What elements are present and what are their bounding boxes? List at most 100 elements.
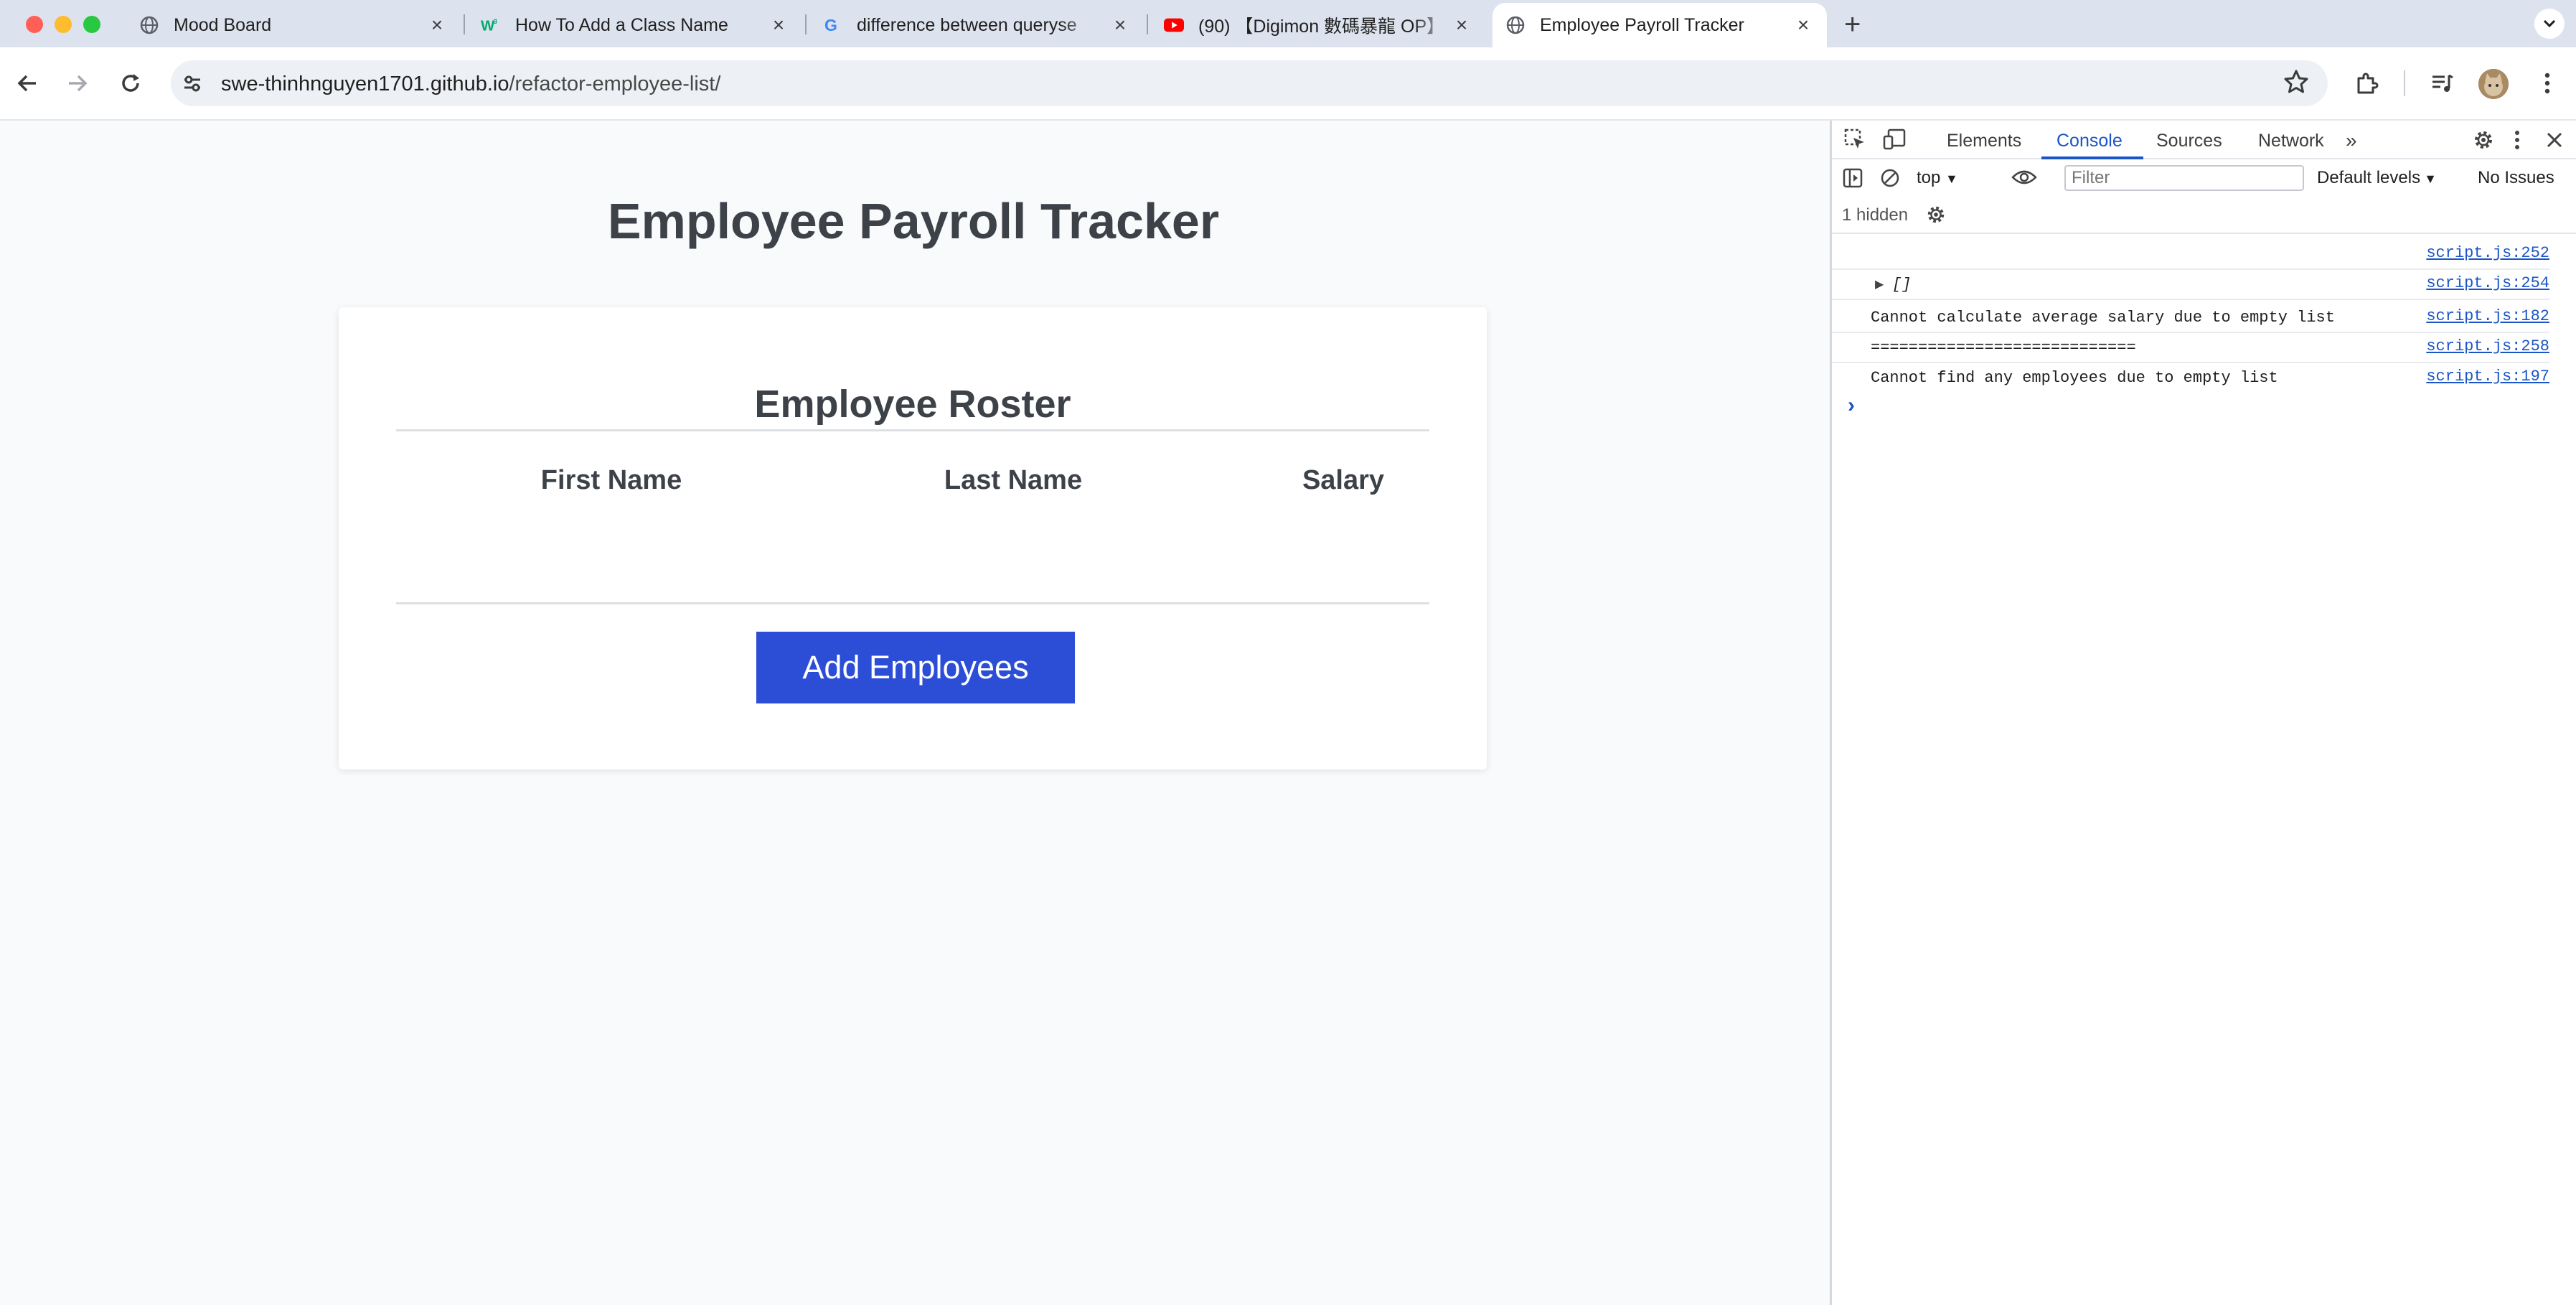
close-tab-icon[interactable]: × (426, 14, 448, 36)
forward-button[interactable] (63, 69, 92, 98)
expand-triangle-icon[interactable]: ▶ (1875, 277, 1884, 291)
console-filter-input[interactable] (2064, 165, 2304, 191)
tab-w3schools[interactable]: W3 How To Add a Class Name × (468, 3, 802, 47)
new-tab-icon[interactable]: + (1844, 10, 1861, 39)
add-employees-button[interactable]: Add Employees (756, 632, 1075, 703)
log-levels-dropdown[interactable]: Default levels ▼ (2317, 168, 2437, 188)
back-button[interactable] (13, 69, 42, 98)
browser-menu-button[interactable] (2533, 69, 2562, 98)
chevron-down-icon (2543, 19, 2556, 28)
svg-text:3: 3 (494, 18, 497, 25)
devtools-tab-elements[interactable]: Elements (1947, 126, 2021, 155)
tab-employee-payroll-tracker[interactable]: Employee Payroll Tracker × (1493, 3, 1827, 47)
console-message-text: ============================ (1871, 339, 2136, 357)
devtools-tabbar: Elements Console Sources Network » (1832, 121, 2576, 159)
globe-icon (1505, 15, 1526, 35)
w3schools-icon: W3 (481, 15, 501, 35)
tab-title: How To Add a Class Name (515, 14, 728, 35)
tab-separator (464, 14, 465, 34)
console-source-link[interactable]: script.js:182 (2426, 307, 2549, 325)
hidden-messages-count: 1 hidden (1842, 205, 1909, 225)
inspect-element-icon[interactable] (1843, 128, 1866, 151)
tab-title: difference between queryse (857, 14, 1077, 35)
close-tab-icon[interactable]: × (1451, 14, 1472, 36)
table-top-border (396, 429, 1429, 431)
console-message: Cannot find any employees due to empty l… (1832, 363, 2549, 393)
devtools-tab-console[interactable]: Console (2056, 126, 2123, 155)
console-message: ============================ script.js:2… (1832, 333, 2549, 363)
tab-search-button[interactable] (2534, 9, 2565, 39)
tab-youtube[interactable]: (90) 【Digimon 數碼暴龍 OP】 × (1151, 3, 1485, 47)
address-bar[interactable]: swe-thinhnguyen1701.github.io/refactor-e… (171, 60, 2328, 106)
tab-title: Employee Payroll Tracker (1540, 14, 1744, 35)
column-header-last-name: Last Name (944, 465, 1083, 495)
maximize-window-button[interactable] (83, 16, 100, 33)
console-message-text: Cannot find any employees due to empty l… (1871, 369, 2278, 387)
issues-counter[interactable]: No Issues (2478, 168, 2554, 188)
close-window-button[interactable] (26, 16, 43, 33)
svg-text:G: G (824, 16, 837, 34)
globe-icon (139, 15, 159, 35)
toolbar-divider (2404, 70, 2405, 96)
employee-table-body (396, 508, 1429, 594)
console-message: Cannot calculate average salary due to e… (1832, 303, 2549, 333)
kebab-menu-icon (2544, 72, 2550, 94)
dropdown-triangle-icon: ▼ (2420, 172, 2437, 186)
tab-title: (90) 【Digimon 數碼暴龍 OP】 (1198, 17, 1445, 37)
url-path: /refactor-employee-list/ (509, 72, 721, 95)
console-source-link[interactable]: script.js:197 (2426, 368, 2549, 385)
extensions-button[interactable] (2352, 69, 2381, 98)
console-source-link[interactable]: script.js:252 (2426, 244, 2549, 262)
cat-avatar-icon (2478, 69, 2509, 99)
puzzle-icon (2357, 72, 2379, 94)
google-icon: G (822, 15, 842, 35)
devtools-settings-icon[interactable] (2472, 128, 2495, 151)
close-tab-icon[interactable]: × (768, 14, 789, 36)
tab-separator (1147, 14, 1148, 34)
console-hidden-bar: 1 hidden (1832, 195, 2576, 234)
reload-icon (122, 74, 139, 92)
sidebar-toggle-icon[interactable] (1842, 167, 1863, 189)
media-control-button[interactable] (2428, 69, 2457, 98)
console-message-text[interactable]: [] (1892, 276, 1911, 294)
site-settings-icon[interactable] (178, 69, 207, 98)
more-tabs-icon[interactable]: » (2346, 126, 2357, 155)
roster-title: Employee Roster (754, 383, 1071, 426)
devtools-tab-network[interactable]: Network (2258, 126, 2324, 155)
tab-google-search[interactable]: G difference between queryse × (809, 3, 1144, 47)
reload-button[interactable] (116, 69, 145, 98)
browser-toolbar: swe-thinhnguyen1701.github.io/refactor-e… (0, 47, 2576, 121)
context-label: top (1917, 168, 1941, 187)
tab-mood-board[interactable]: Mood Board × (126, 3, 461, 47)
close-tab-icon[interactable]: × (1792, 14, 1814, 36)
console-settings-icon[interactable] (1925, 204, 1947, 225)
youtube-icon (1164, 15, 1184, 35)
tab-separator (805, 14, 807, 34)
bookmark-star-icon[interactable] (2283, 69, 2309, 95)
console-prompt[interactable]: › (1848, 393, 2565, 425)
playlist-music-icon (2432, 74, 2453, 92)
minimize-window-button[interactable] (55, 16, 72, 33)
close-devtools-icon[interactable] (2545, 131, 2564, 149)
close-tab-icon[interactable]: × (1109, 14, 1131, 36)
live-expression-eye-icon[interactable] (2011, 168, 2037, 187)
devtools-panel: Elements Console Sources Network » top ▼… (1830, 121, 2576, 1305)
column-header-first-name: First Name (540, 465, 682, 495)
console-source-link[interactable]: script.js:254 (2426, 274, 2549, 292)
page-title: Employee Payroll Tracker (607, 193, 1220, 249)
console-source-link[interactable]: script.js:258 (2426, 337, 2549, 355)
column-header-salary: Salary (1302, 465, 1385, 495)
back-arrow-icon (17, 75, 36, 92)
console-message: ▶ [] script.js:254 (1832, 270, 2549, 300)
context-selector[interactable]: top ▼ (1917, 168, 1958, 188)
console-message-text: Cannot calculate average salary due to e… (1871, 309, 2335, 327)
roster-card: Employee Roster First Name Last Name Sal… (339, 307, 1487, 770)
profile-avatar[interactable] (2478, 69, 2509, 99)
clear-console-icon[interactable] (1879, 167, 1901, 189)
page-viewport: Employee Payroll Tracker Employee Roster… (0, 121, 1830, 1305)
tab-strip: Mood Board × W3 How To Add a Class Name … (0, 0, 2576, 47)
devtools-menu-icon[interactable] (2514, 128, 2521, 151)
device-toolbar-icon[interactable] (1882, 128, 1907, 151)
table-bottom-border (396, 602, 1429, 604)
devtools-tab-sources[interactable]: Sources (2156, 126, 2222, 155)
